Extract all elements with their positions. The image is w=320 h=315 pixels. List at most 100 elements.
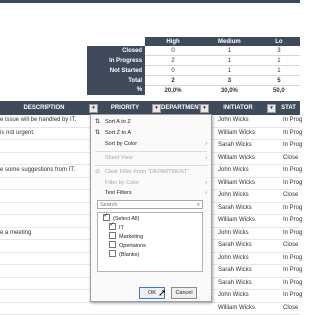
- column-header-description: DESCRIPTION: [0, 101, 88, 115]
- sort-z-to-a-label: Sort Z to A: [105, 128, 131, 138]
- submenu-arrow-icon: ›: [205, 153, 207, 163]
- summary-row-label: Closed: [87, 46, 145, 56]
- sort-by-color-item[interactable]: Sort by Color ›: [91, 139, 211, 149]
- status-cell: In Prog: [283, 230, 302, 236]
- table-row[interactable]: William WicksClose: [0, 303, 300, 315]
- column-header-priority: PRIORITY: [99, 101, 151, 115]
- sort-by-color-label: Sort by Color: [105, 139, 137, 149]
- initiator-cell: John Wicks: [218, 167, 249, 173]
- checkbox-unchecked-icon[interactable]: [109, 232, 116, 239]
- summary-total-row: Total 2 3 5: [87, 76, 300, 86]
- description-cell: e a meeting: [0, 230, 31, 236]
- sort-ascending-icon: ⇅: [94, 117, 101, 127]
- filter-option-select-all[interactable]: (Select All): [103, 215, 139, 223]
- initiator-cell: John Wicks: [218, 230, 249, 236]
- summary-corner: [87, 37, 145, 46]
- checkbox-checked-icon[interactable]: [109, 223, 116, 230]
- column-header-initiator: INITIATOR: [210, 101, 266, 115]
- filter-dropdown-department[interactable]: ▾: [200, 104, 209, 113]
- filter-option-label: IT: [119, 225, 124, 231]
- summary-cell: 0: [145, 66, 201, 76]
- summary-cell: 2: [145, 56, 201, 66]
- sheet-view-item: Sheet View ›: [91, 153, 211, 163]
- initiator-cell: William Wicks: [218, 155, 255, 161]
- status-cell: Close: [283, 155, 298, 161]
- initiator-cell: John Wicks: [218, 292, 249, 298]
- summary-cell: 20,0%: [145, 86, 201, 96]
- filter-search-input[interactable]: Search ⌕: [97, 200, 203, 209]
- filter-option-label: Opertaions: [119, 243, 146, 249]
- status-cell: In Prog: [283, 142, 302, 148]
- summary-cell: 1: [258, 56, 300, 66]
- initiator-cell: John Wicks: [218, 117, 249, 123]
- initiator-cell: Sarah Wicks: [218, 267, 252, 273]
- description-cell: e some suggestions from IT.: [0, 167, 75, 173]
- summary-cell: 3: [201, 76, 258, 86]
- initiator-cell: Sarah Wicks: [218, 242, 252, 248]
- clear-filter-label: Clear Filter From "DEPARTMENT": [105, 167, 189, 177]
- summary-row: Not Started 0 1 1: [87, 66, 300, 76]
- filter-option-marketing[interactable]: Marketing: [109, 233, 143, 241]
- filter-option-label: Marketing: [119, 234, 143, 240]
- summary-cell: 5: [258, 76, 300, 86]
- status-cell: In Prog: [283, 217, 302, 223]
- filter-by-color-label: Filter by Color: [105, 178, 139, 188]
- summary-row-label: Total: [87, 76, 145, 86]
- initiator-cell: Sarah Wicks: [218, 142, 252, 148]
- summary-cell: 1: [201, 56, 258, 66]
- summary-percent-row: % 20,0% 30,0% 50,0: [87, 86, 300, 96]
- filter-dropdown-priority[interactable]: ▾: [152, 104, 161, 113]
- summary-row-label: In Progress: [87, 56, 145, 66]
- summary-header-medium: Medium: [201, 37, 258, 46]
- filter-option-operations[interactable]: Opertaions: [109, 242, 146, 250]
- status-cell: In Prog: [283, 280, 302, 286]
- filter-option-label: (Blanks): [119, 252, 139, 258]
- initiator-cell: John Wicks: [218, 192, 249, 198]
- sort-a-to-z-item[interactable]: ⇅ Sort A to Z: [91, 117, 211, 127]
- summary-header-high: High: [145, 37, 201, 46]
- status-cell: In Prog: [283, 255, 302, 261]
- filter-dropdown-description[interactable]: ▾: [89, 104, 98, 113]
- initiator-cell: William Wicks: [218, 305, 255, 311]
- status-cell: In Prog: [283, 205, 302, 211]
- checkbox-unchecked-icon[interactable]: [109, 250, 116, 257]
- summary-row-label: %: [87, 86, 145, 96]
- column-header-department: DEPARTMENT: [161, 101, 199, 115]
- status-cell: Close: [283, 192, 298, 198]
- task-table-header: DESCRIPTION ▾ PRIORITY ▾ DEPARTMENT ▾ IN…: [0, 101, 300, 115]
- initiator-cell: Sarah Wicks: [218, 205, 252, 211]
- department-filter-menu: ⇅ Sort A to Z ⇅ Sort Z to A Sort by Colo…: [90, 114, 212, 302]
- filter-search-placeholder: Search: [100, 202, 117, 208]
- menu-separator: [95, 151, 207, 152]
- checkbox-unchecked-icon[interactable]: [109, 241, 116, 248]
- initiator-cell: William Wicks: [218, 130, 255, 136]
- summary-cell: 3: [258, 46, 300, 56]
- summary-cell: 50,0: [258, 86, 300, 96]
- summary-cell: 0: [145, 46, 201, 56]
- status-cell: In Prog: [283, 130, 302, 136]
- filter-option-blanks[interactable]: (Blanks): [109, 251, 139, 259]
- summary-header-row: High Medium Lo: [87, 37, 300, 46]
- initiator-cell: William Wicks: [218, 180, 255, 186]
- filter-dropdown-initiator[interactable]: ▾: [267, 104, 276, 113]
- filter-option-it[interactable]: IT: [109, 224, 124, 232]
- initiator-cell: Sarah Wicks: [218, 280, 252, 286]
- text-filters-item[interactable]: Text Filters ›: [91, 188, 211, 198]
- cancel-button[interactable]: Cancel: [171, 287, 197, 299]
- filter-values-list: (Select All) IT Marketing Opertaions (Bl…: [97, 212, 203, 272]
- summary-cell: 1: [201, 66, 258, 76]
- clear-filter-icon: ⊘: [94, 167, 101, 177]
- sort-z-to-a-item[interactable]: ⇅ Sort Z to A: [91, 128, 211, 138]
- search-icon: ⌕: [197, 201, 200, 210]
- summary-cell: 30,0%: [201, 86, 258, 96]
- status-cell: In Prog: [283, 117, 302, 123]
- ribbon-bar: [0, 0, 300, 32]
- initiator-cell: William Wicks: [218, 217, 255, 223]
- submenu-arrow-icon: ›: [205, 178, 207, 188]
- menu-separator: [95, 165, 207, 166]
- clear-filter-item: ⊘ Clear Filter From "DEPARTMENT": [91, 167, 211, 177]
- checkbox-checked-icon[interactable]: [103, 214, 110, 221]
- status-cell: Close: [283, 242, 298, 248]
- filter-by-color-item: Filter by Color ›: [91, 178, 211, 188]
- description-cell: e issue will be handled by IT.: [0, 117, 76, 123]
